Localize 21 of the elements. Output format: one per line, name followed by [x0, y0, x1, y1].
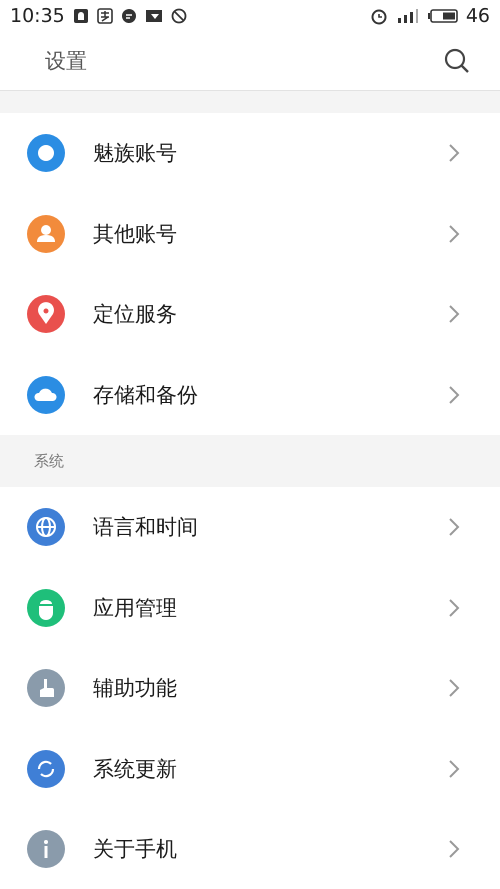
chevron-icon: [448, 517, 460, 538]
chevron-icon: [448, 758, 460, 779]
chevron-icon: [448, 224, 460, 244]
chevron-icon: [448, 678, 460, 698]
chevron-icon: [448, 839, 460, 860]
status-time: 10:35: [10, 5, 65, 27]
chevron-icon: [448, 304, 460, 324]
signal-icon: [396, 8, 420, 24]
app-notification-icon: [96, 8, 113, 24]
page-title: 设置: [45, 48, 87, 75]
notification-icon: [72, 8, 89, 24]
search-icon[interactable]: [444, 48, 470, 74]
battery-icon: [428, 8, 458, 24]
chevron-icon: [448, 598, 460, 618]
chevron-icon: [448, 384, 460, 405]
chevron-icon: [448, 143, 460, 164]
message-icon: [120, 8, 137, 24]
alarm-icon: [370, 7, 388, 25]
section-header: 系统: [34, 452, 64, 470]
battery-level: 46: [466, 5, 490, 27]
blocked-icon: [170, 8, 187, 24]
